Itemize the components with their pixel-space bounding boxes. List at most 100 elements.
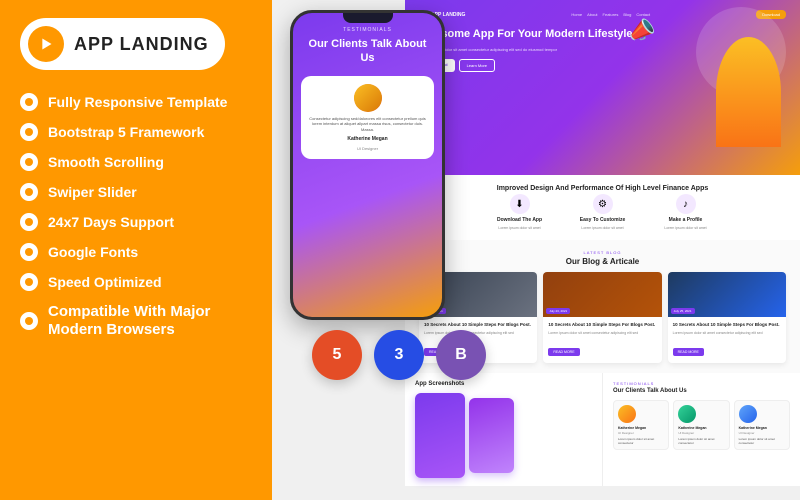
feature-item-swiper: Swiper Slider: [20, 178, 252, 206]
screenshot-1: [415, 393, 465, 478]
feature-label: Fully Responsive Template: [48, 94, 227, 111]
preview-hero-subtitle: Lorem ipsum dolor sit amet consectetur a…: [419, 47, 698, 53]
step-customize: ⚙ Easy To Customize Lorem ipsum dolor si…: [565, 194, 640, 230]
test-card-3: Katherine Megan UI Designer Lorem ipsum …: [734, 400, 790, 450]
blog-card-desc: Lorem ipsum dolor sit amet consectetur a…: [673, 331, 781, 336]
phone-mockup: TESTIMONIALS Our Clients Talk About Us C…: [290, 10, 445, 320]
step-desc: Lorem ipsum dolor sit amet: [581, 226, 623, 230]
testimonial-cards-row: Katherine Megan UI Designer Lorem ipsum …: [613, 400, 790, 450]
bullet-icon: [20, 153, 38, 171]
test-name: Katherine Megan: [618, 426, 664, 430]
test-role: UI Designer: [739, 431, 785, 435]
test-text: Lorem ipsum dolor sit amet consectetur: [678, 437, 724, 445]
blog-card-2: July 23, 2021 10 Secrets About 10 Simple…: [543, 272, 661, 363]
step-profile: ♪ Make a Profile Lorem ipsum dolor sit a…: [648, 194, 723, 230]
feature-item-browsers: Compatible With Major Modern Browsers: [20, 298, 252, 344]
step-desc: Lorem ipsum dolor sit amet: [664, 226, 706, 230]
step-title: Download The App: [497, 217, 542, 223]
step-download: ⬇ Download The App Lorem ipsum dolor sit…: [482, 194, 557, 230]
blog-card-3: July 25, 2021 10 Secrets About 10 Simple…: [668, 272, 786, 363]
blog-card-image-3: July 25, 2021: [668, 272, 786, 317]
feature-label: Google Fonts: [48, 244, 138, 261]
test-name: Katherine Megan: [678, 426, 724, 430]
hero-secondary-button[interactable]: Learn More: [459, 59, 495, 72]
preview-testimonials-bottom: TESTIMONIALS Our Clients Talk About Us K…: [602, 373, 800, 486]
blog-card-title: 10 Secrets About 10 Simple Steps For Blo…: [673, 322, 781, 328]
html5-badge: 5: [312, 330, 362, 380]
phone-reviewer-name: Katherine Megan: [347, 136, 387, 142]
test-avatar-1: [618, 405, 636, 423]
bullet-icon: [20, 312, 38, 330]
blog-date: July 25, 2021: [671, 308, 695, 314]
preview-how: Improved Design And Performance Of High …: [405, 175, 800, 240]
phone-notch: [343, 13, 393, 23]
download-icon: ⬇: [510, 194, 530, 214]
tech-badges: 5 3 B: [312, 330, 486, 380]
bullet-icon: [20, 93, 38, 111]
blog-read-more-button[interactable]: READ MORE: [548, 348, 579, 356]
bullet-icon: [20, 183, 38, 201]
blog-card-desc: Lorem ipsum dolor sit amet consectetur a…: [548, 331, 656, 336]
phone-reviewer-role: UI Designer: [357, 146, 378, 151]
test-role: UI Designer: [678, 431, 724, 435]
nav-link-blog[interactable]: Blog: [623, 12, 631, 17]
feature-label: 24x7 Days Support: [48, 214, 174, 231]
blog-title: Our Blog & Articale: [566, 257, 640, 266]
screenshots-row: [415, 393, 592, 478]
step-title: Easy To Customize: [580, 217, 625, 223]
blog-card-title: 10 Secrets About 10 Simple Steps For Blo…: [548, 322, 656, 328]
blog-read-more-button[interactable]: READ MORE: [673, 348, 704, 356]
feature-item-speed: Speed Optimized: [20, 268, 252, 296]
feature-item-bootstrap: Bootstrap 5 Framework: [20, 118, 252, 146]
preview-nav-links: Home About Features Blog Contact: [571, 12, 650, 17]
phone-headline: Our Clients Talk About Us: [301, 37, 434, 66]
css3-badge: 3: [374, 330, 424, 380]
feature-item-support: 24x7 Days Support: [20, 208, 252, 236]
how-title: Improved Design And Performance Of High …: [419, 185, 786, 192]
preview-hero-buttons: Get Started Learn More: [419, 59, 698, 72]
test-tag: TESTIMONIALS: [613, 381, 790, 386]
blog-card-image-2: July 23, 2021: [543, 272, 661, 317]
test-card-1: Katherine Megan UI Designer Lorem ipsum …: [613, 400, 669, 450]
feature-item-scrolling: Smooth Scrolling: [20, 148, 252, 176]
test-avatar-2: [678, 405, 696, 423]
feature-list: Fully Responsive Template Bootstrap 5 Fr…: [20, 88, 252, 344]
blog-card-title: 10 Secrets About 10 Simple Steps For Blo…: [424, 322, 532, 328]
bullet-icon: [20, 273, 38, 291]
blog-card-body: 10 Secrets About 10 Simple Steps For Blo…: [668, 317, 786, 363]
nav-link-home[interactable]: Home: [571, 12, 582, 17]
phone-avatar: [354, 84, 382, 112]
nav-link-features[interactable]: Features: [603, 12, 619, 17]
feature-item-responsive: Fully Responsive Template: [20, 88, 252, 116]
step-title: Make a Profile: [669, 217, 703, 223]
profile-icon: ♪: [676, 194, 696, 214]
feature-label: Smooth Scrolling: [48, 154, 164, 171]
blog-date: July 23, 2021: [546, 308, 570, 314]
preview-steps: ⬇ Download The App Lorem ipsum dolor sit…: [419, 194, 786, 230]
preview-hero-image: [706, 27, 786, 147]
preview-hero: APP LANDING Home About Features Blog Con…: [405, 0, 800, 175]
feature-label: Bootstrap 5 Framework: [48, 124, 204, 141]
test-role: UI Designer: [618, 431, 664, 435]
website-preview: APP LANDING Home About Features Blog Con…: [405, 0, 800, 500]
test-text: Lorem ipsum dolor sit amet consectetur: [739, 437, 785, 445]
test-name: Katherine Megan: [739, 426, 785, 430]
phone-review-text: Consectetur adipiscing sed/dalorores eli…: [309, 116, 426, 133]
test-text: Lorem ipsum dolor sit amet consectetur: [618, 437, 664, 445]
bootstrap-badge: B: [436, 330, 486, 380]
screenshot-2: [469, 398, 514, 473]
step-desc: Lorem ipsum dolor sit amet: [498, 226, 540, 230]
phone-section-label: TESTIMONIALS: [343, 27, 392, 33]
phone-testimonial-card: Consectetur adipiscing sed/dalorores eli…: [301, 76, 434, 160]
customize-icon: ⚙: [593, 194, 613, 214]
nav-link-about[interactable]: About: [587, 12, 597, 17]
preview-hero-content: Awesome App For Your Modern Lifestyle Lo…: [419, 27, 786, 147]
feature-label: Swiper Slider: [48, 184, 137, 201]
bullet-icon: [20, 243, 38, 261]
test-avatar-3: [739, 405, 757, 423]
bullet-icon: [20, 213, 38, 231]
preview-blog-header: LATEST BLOG Our Blog & Articale: [419, 250, 786, 266]
preview-screenshots: App Screenshots: [405, 373, 602, 486]
feature-item-fonts: Google Fonts: [20, 238, 252, 266]
test-title: Our Clients Talk About Us: [613, 388, 790, 394]
